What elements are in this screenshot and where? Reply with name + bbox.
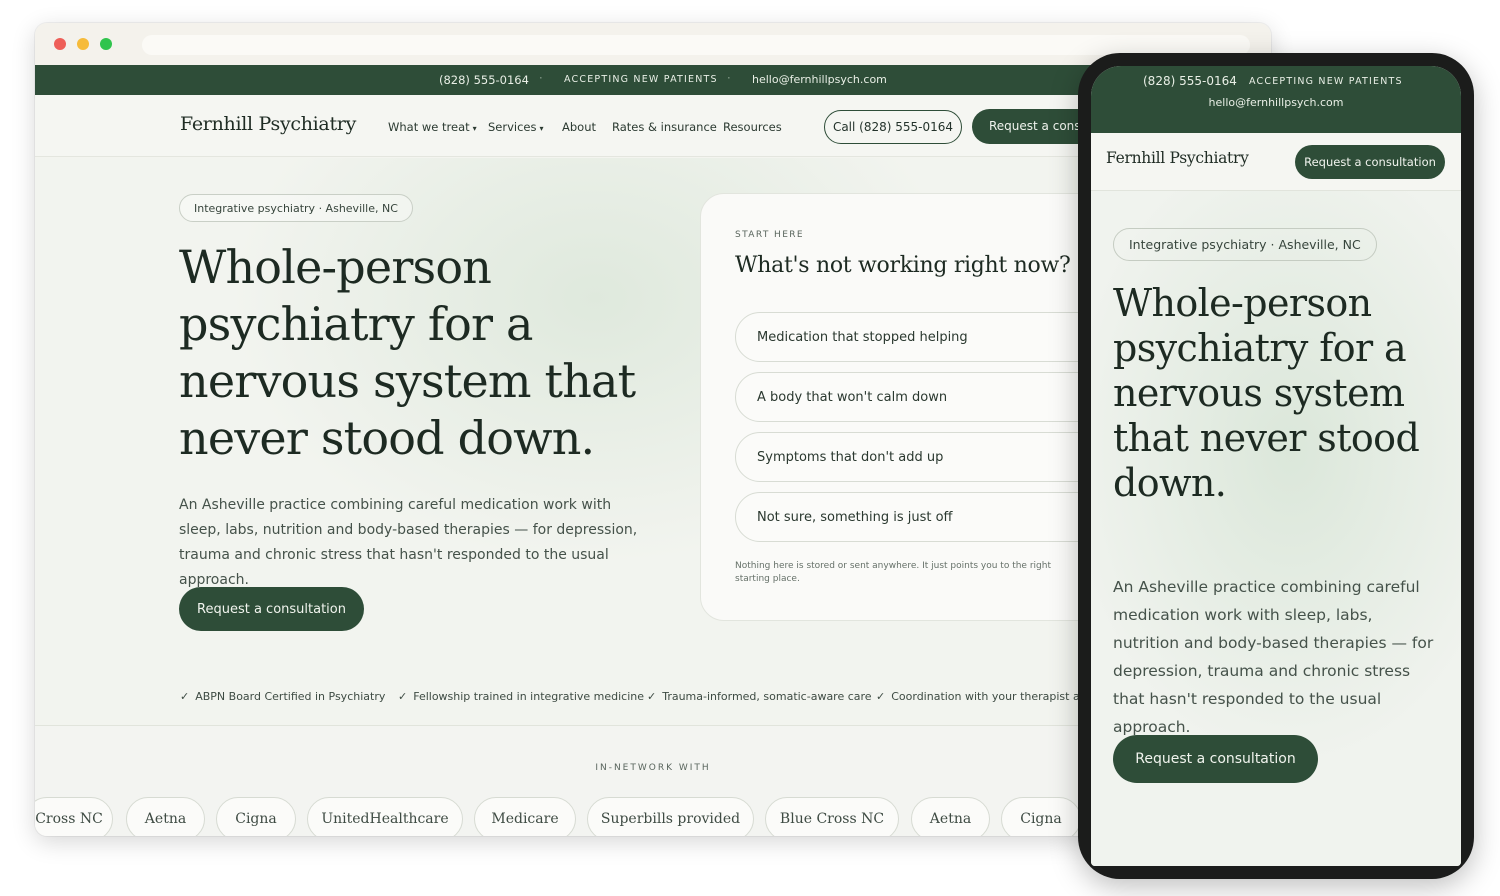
option-body-wont-calm[interactable]: A body that won't calm down — [735, 372, 1105, 422]
location-pill: Integrative psychiatry · Asheville, NC — [179, 194, 413, 222]
trust-item-label: ABPN Board Certified in Psychiatry — [195, 690, 386, 703]
mobile-email-link[interactable]: hello@fernhillpsych.com — [1091, 96, 1461, 109]
insurer-chip: Cross NC — [35, 797, 113, 836]
nav-item-label: What we treat — [388, 120, 470, 134]
mobile-screen: (828) 555-0164 ACCEPTING NEW PATIENTS he… — [1091, 66, 1461, 866]
topbar-phone-link[interactable]: (828) 555-0164 — [439, 73, 529, 87]
topbar-separator: · — [727, 71, 731, 85]
check-icon: ✓ — [180, 690, 190, 703]
address-bar[interactable] — [142, 35, 1250, 55]
nav-item-resources[interactable]: Resources — [723, 120, 782, 134]
option-symptoms-dont-add-up[interactable]: Symptoms that don't add up — [735, 432, 1105, 482]
insurer-chip: Superbills provided — [587, 797, 754, 836]
topbar-email-link[interactable]: hello@fernhillpsych.com — [752, 73, 887, 86]
topbar-separator: · — [539, 71, 543, 85]
call-button[interactable]: Call (828) 555-0164 — [824, 110, 962, 144]
mobile-location-pill: Integrative psychiatry · Asheville, NC — [1113, 228, 1377, 261]
hero-headline: Whole-person psychiatry for a nervous sy… — [179, 240, 636, 465]
mobile-hero-request-button[interactable]: Request a consultation — [1113, 735, 1318, 783]
nav-item-rates-insurance[interactable]: Rates & insurance — [612, 120, 717, 134]
mobile-hero-lede: An Asheville practice combining careful … — [1113, 578, 1434, 736]
card-title: What's not working right now? — [735, 253, 1071, 278]
mobile-hero-headline: Whole-person psychiatry for a nervous sy… — [1113, 281, 1420, 505]
mobile-navbar: Fernhill Psychiatry Request a consultati… — [1091, 133, 1461, 191]
trust-item: ✓ Coordination with your therapist and — [876, 690, 1094, 703]
trust-item: ✓ Fellowship trained in integrative medic… — [398, 690, 644, 703]
insurer-chip: Cigna — [1001, 797, 1081, 836]
close-window-icon[interactable] — [54, 38, 66, 50]
card-privacy-note: Nothing here is stored or sent anywhere.… — [735, 561, 1051, 584]
mobile-site-logo[interactable]: Fernhill Psychiatry — [1106, 149, 1249, 167]
maximize-window-icon[interactable] — [100, 38, 112, 50]
nav-item-what-we-treat[interactable]: What we treat ▾ — [388, 120, 477, 134]
insurer-chip: Blue Cross NC — [765, 797, 899, 836]
start-here-card: START HERE What's not working right now?… — [700, 193, 1120, 621]
trust-item-label: Coordination with your therapist and — [891, 690, 1094, 703]
insurer-chip: Medicare — [474, 797, 576, 836]
hero-request-consultation-button[interactable]: Request a consultation — [179, 587, 364, 631]
insurer-chip: Cigna — [216, 797, 296, 836]
check-icon: ✓ — [647, 690, 657, 703]
insurer-chip: Aetna — [126, 797, 205, 836]
mobile-top-info-bar: (828) 555-0164 ACCEPTING NEW PATIENTS he… — [1091, 66, 1461, 133]
chevron-down-icon: ▾ — [472, 124, 477, 133]
nav-item-label: Services — [488, 120, 537, 134]
chevron-down-icon: ▾ — [539, 124, 544, 133]
mobile-accepting-text: ACCEPTING NEW PATIENTS — [1249, 76, 1403, 87]
insurer-chip: UnitedHealthcare — [307, 797, 463, 836]
nav-item-about[interactable]: About — [562, 120, 596, 134]
mobile-phone-link[interactable]: (828) 555-0164 — [1143, 74, 1237, 88]
nav-item-services[interactable]: Services ▾ — [488, 120, 544, 134]
mobile-request-consultation-button[interactable]: Request a consultation — [1295, 145, 1445, 179]
browser-chrome — [35, 23, 1271, 65]
mobile-phone-frame: (828) 555-0164 ACCEPTING NEW PATIENTS he… — [1078, 53, 1474, 879]
trust-item-label: Fellowship trained in integrative medici… — [413, 690, 645, 703]
check-icon: ✓ — [876, 690, 886, 703]
option-medication-stopped[interactable]: Medication that stopped helping — [735, 312, 1105, 362]
site-logo[interactable]: Fernhill Psychiatry — [180, 113, 356, 135]
trust-item-label: Trauma-informed, somatic-aware care — [662, 690, 872, 703]
mobile-hero-section: Integrative psychiatry · Asheville, NC W… — [1091, 191, 1461, 866]
topbar-accepting-text: ACCEPTING NEW PATIENTS — [564, 74, 718, 85]
insurer-chip: Aetna — [911, 797, 990, 836]
trust-item: ✓ ABPN Board Certified in Psychiatry — [180, 690, 385, 703]
trust-item: ✓ Trauma-informed, somatic-aware care — [647, 690, 872, 703]
hero-lede: An Asheville practice combining careful … — [179, 497, 638, 588]
minimize-window-icon[interactable] — [77, 38, 89, 50]
card-eyebrow: START HERE — [735, 230, 805, 240]
option-not-sure[interactable]: Not sure, something is just off — [735, 492, 1105, 542]
check-icon: ✓ — [398, 690, 408, 703]
